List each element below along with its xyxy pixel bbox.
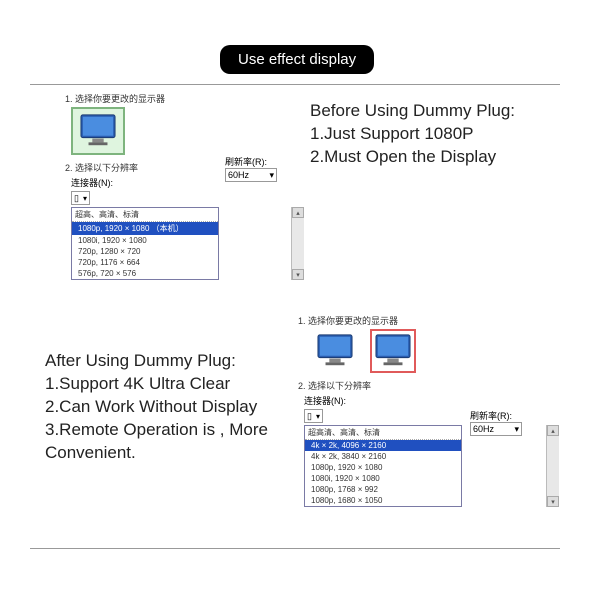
list-item[interactable]: 1080i, 1920 × 1080: [305, 473, 461, 484]
chevron-down-icon: ▾: [316, 412, 320, 421]
monitor-1[interactable]: [312, 329, 358, 373]
list-item[interactable]: 1080p, 1680 × 1050: [305, 495, 461, 506]
screenshot-before: 1. 选择你要更改的显示器 2. 选择以下分辨率 连接器(N): ▯ ▾ 刷新率…: [65, 92, 303, 302]
connector-select[interactable]: ▯ ▾: [71, 191, 90, 205]
list-item[interactable]: 576p, 720 × 576: [72, 268, 218, 279]
header-badge: Use effect display: [220, 45, 374, 74]
list-item[interactable]: 4k × 2k, 4096 × 2160: [305, 440, 461, 451]
step2-label: 2. 选择以下分辨率: [298, 379, 558, 392]
connector-label: 连接器(N):: [71, 176, 113, 189]
divider-top: [30, 84, 560, 85]
refresh-label: 刷新率(R):: [225, 155, 277, 168]
connector-value: ▯: [74, 193, 79, 204]
scrollbar[interactable]: ▴ ▾: [546, 425, 559, 507]
scroll-down-icon[interactable]: ▾: [547, 496, 559, 507]
refresh-label: 刷新率(R):: [470, 409, 522, 422]
list-item[interactable]: 1080p, 1920 × 1080 （本机）: [72, 222, 218, 235]
monitor-2-selected[interactable]: [370, 329, 416, 373]
list-item[interactable]: 720p, 1280 × 720: [72, 246, 218, 257]
after-line3: 3.Remote Operation is , More Convenient.: [45, 419, 285, 465]
refresh-select[interactable]: 60Hz ▾: [225, 168, 277, 182]
monitor-icon: [374, 333, 412, 369]
scroll-down-icon[interactable]: ▾: [292, 269, 304, 280]
before-line2: 2.Must Open the Display: [310, 146, 515, 169]
step1-label: 1. 选择你要更改的显示器: [298, 314, 558, 327]
resolution-listbox[interactable]: 超高、高清、标清 1080p, 1920 × 1080 （本机） 1080i, …: [71, 207, 219, 280]
list-header: 超高清、高清、标清: [305, 426, 461, 440]
monitor-icon: [79, 113, 117, 149]
connector-select[interactable]: ▯ ▾: [304, 409, 323, 423]
screenshot-after: 1. 选择你要更改的显示器 2. 选择以下分辨率 连接器(N): ▯ ▾: [298, 314, 558, 524]
step1-label: 1. 选择你要更改的显示器: [65, 92, 303, 105]
list-item[interactable]: 720p, 1176 × 664: [72, 257, 218, 268]
before-heading: Before Using Dummy Plug:: [310, 100, 515, 123]
list-header: 超高、高清、标清: [72, 208, 218, 222]
scroll-up-icon[interactable]: ▴: [547, 425, 559, 436]
connector-value: ▯: [307, 411, 312, 422]
list-item[interactable]: 1080i, 1920 × 1080: [72, 235, 218, 246]
list-item[interactable]: 1080p, 1920 × 1080: [305, 462, 461, 473]
before-line1: 1.Just Support 1080P: [310, 123, 515, 146]
scroll-up-icon[interactable]: ▴: [292, 207, 304, 218]
refresh-value: 60Hz: [228, 170, 249, 180]
after-line1: 1.Support 4K Ultra Clear: [45, 373, 285, 396]
list-item[interactable]: 4k × 2k, 3840 × 2160: [305, 451, 461, 462]
monitor-selected[interactable]: [71, 107, 125, 155]
chevron-down-icon: ▾: [83, 194, 87, 203]
chevron-down-icon: ▾: [269, 170, 274, 181]
after-heading: After Using Dummy Plug:: [45, 350, 285, 373]
scrollbar[interactable]: ▴ ▾: [291, 207, 304, 280]
before-text: Before Using Dummy Plug: 1.Just Support …: [310, 100, 515, 169]
resolution-listbox[interactable]: 超高清、高清、标清 4k × 2k, 4096 × 2160 4k × 2k, …: [304, 425, 462, 507]
after-line2: 2.Can Work Without Display: [45, 396, 285, 419]
after-text: After Using Dummy Plug: 1.Support 4K Ult…: [45, 350, 285, 465]
connector-label: 连接器(N):: [304, 394, 346, 407]
monitor-icon: [316, 333, 354, 369]
list-item[interactable]: 1080p, 1768 × 992: [305, 484, 461, 495]
divider-bottom: [30, 548, 560, 549]
